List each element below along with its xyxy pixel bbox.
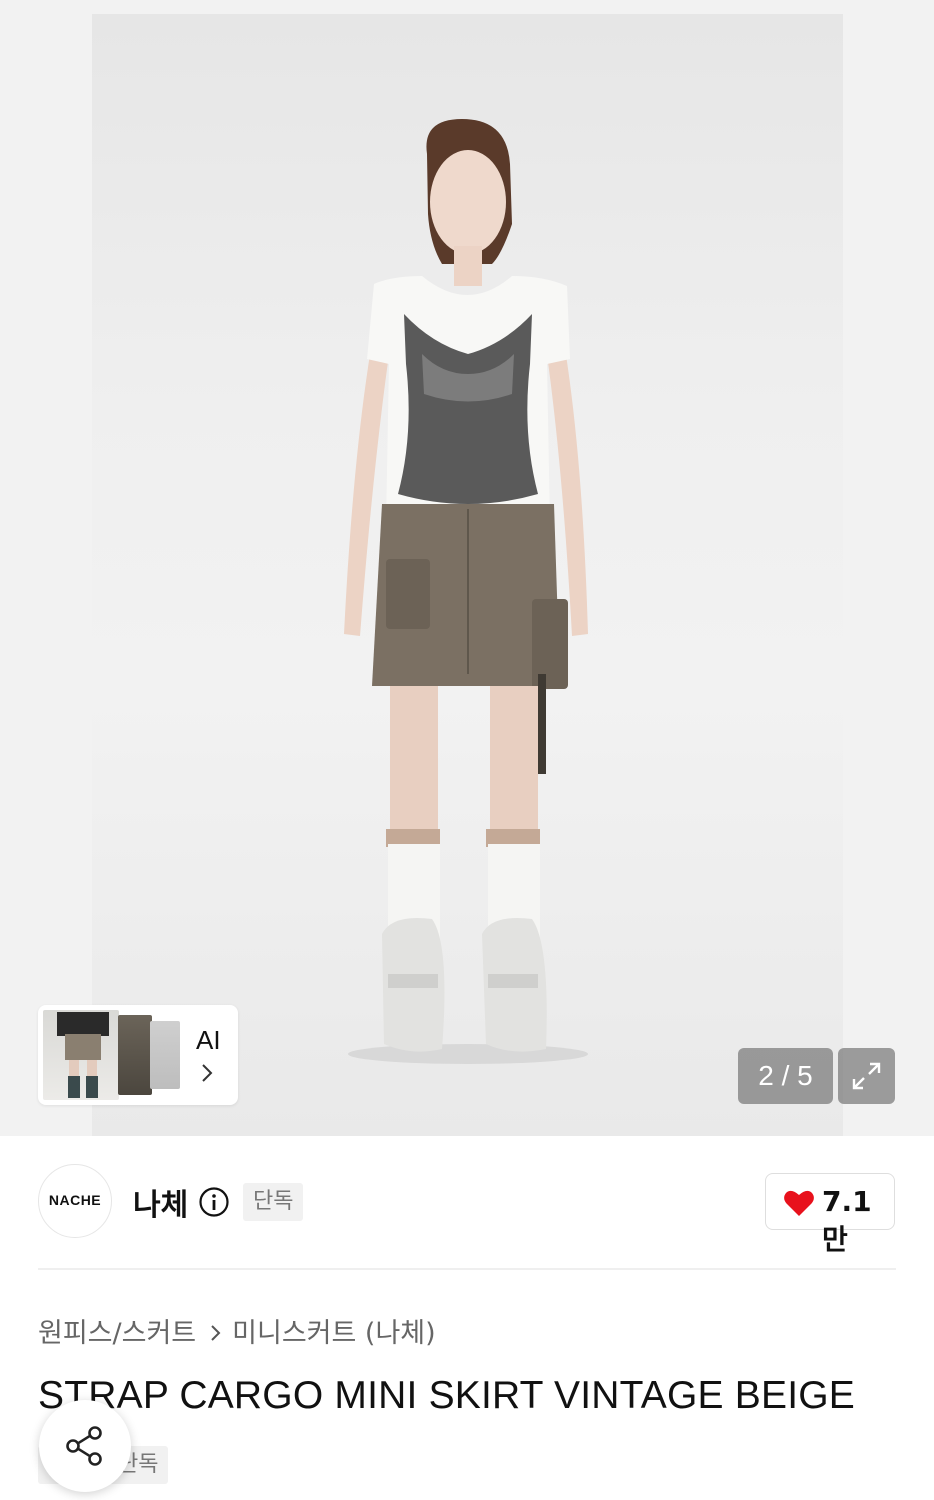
brand-logo[interactable]: NACHE [38, 1164, 112, 1238]
breadcrumb: 원피스/스커트 미니스커트 (나체) [38, 1311, 436, 1350]
info-icon[interactable] [198, 1186, 230, 1222]
product-detail-page: AI 2 / 5 NACHE 나체 단독 7.1만 원피스/스커트 미니스커트 … [0, 0, 934, 1500]
product-image-gallery[interactable]: AI 2 / 5 [0, 0, 934, 1136]
ai-thumbnail [118, 1015, 152, 1095]
ai-recommendation-card[interactable]: AI [38, 1005, 238, 1105]
chevron-right-icon [210, 1319, 222, 1350]
model-illustration [344, 119, 588, 1064]
like-count: 7.1만 [822, 1185, 872, 1256]
ai-label: AI [196, 1025, 221, 1055]
breadcrumb-category[interactable]: 원피스/스커트 [38, 1318, 196, 1349]
brand-logo-text: NACHE [48, 1192, 102, 1208]
product-photo[interactable] [92, 14, 843, 1136]
image-counter: 2 / 5 [738, 1048, 833, 1104]
expand-button[interactable] [838, 1048, 895, 1104]
exclusive-badge: 단독 [243, 1183, 304, 1221]
chevron-right-icon [201, 1063, 213, 1087]
section-divider [38, 1268, 896, 1270]
ai-thumbnail [150, 1021, 180, 1089]
ai-thumbnail [43, 1010, 119, 1100]
breadcrumb-subcategory[interactable]: 미니스커트 (나체) [232, 1318, 436, 1349]
product-title: STRAP CARGO MINI SKIRT VINTAGE BEIGE [38, 1374, 855, 1417]
like-button[interactable]: 7.1만 [765, 1173, 895, 1256]
share-button[interactable] [39, 1400, 131, 1492]
brand-name[interactable]: 나체 [133, 1180, 188, 1224]
